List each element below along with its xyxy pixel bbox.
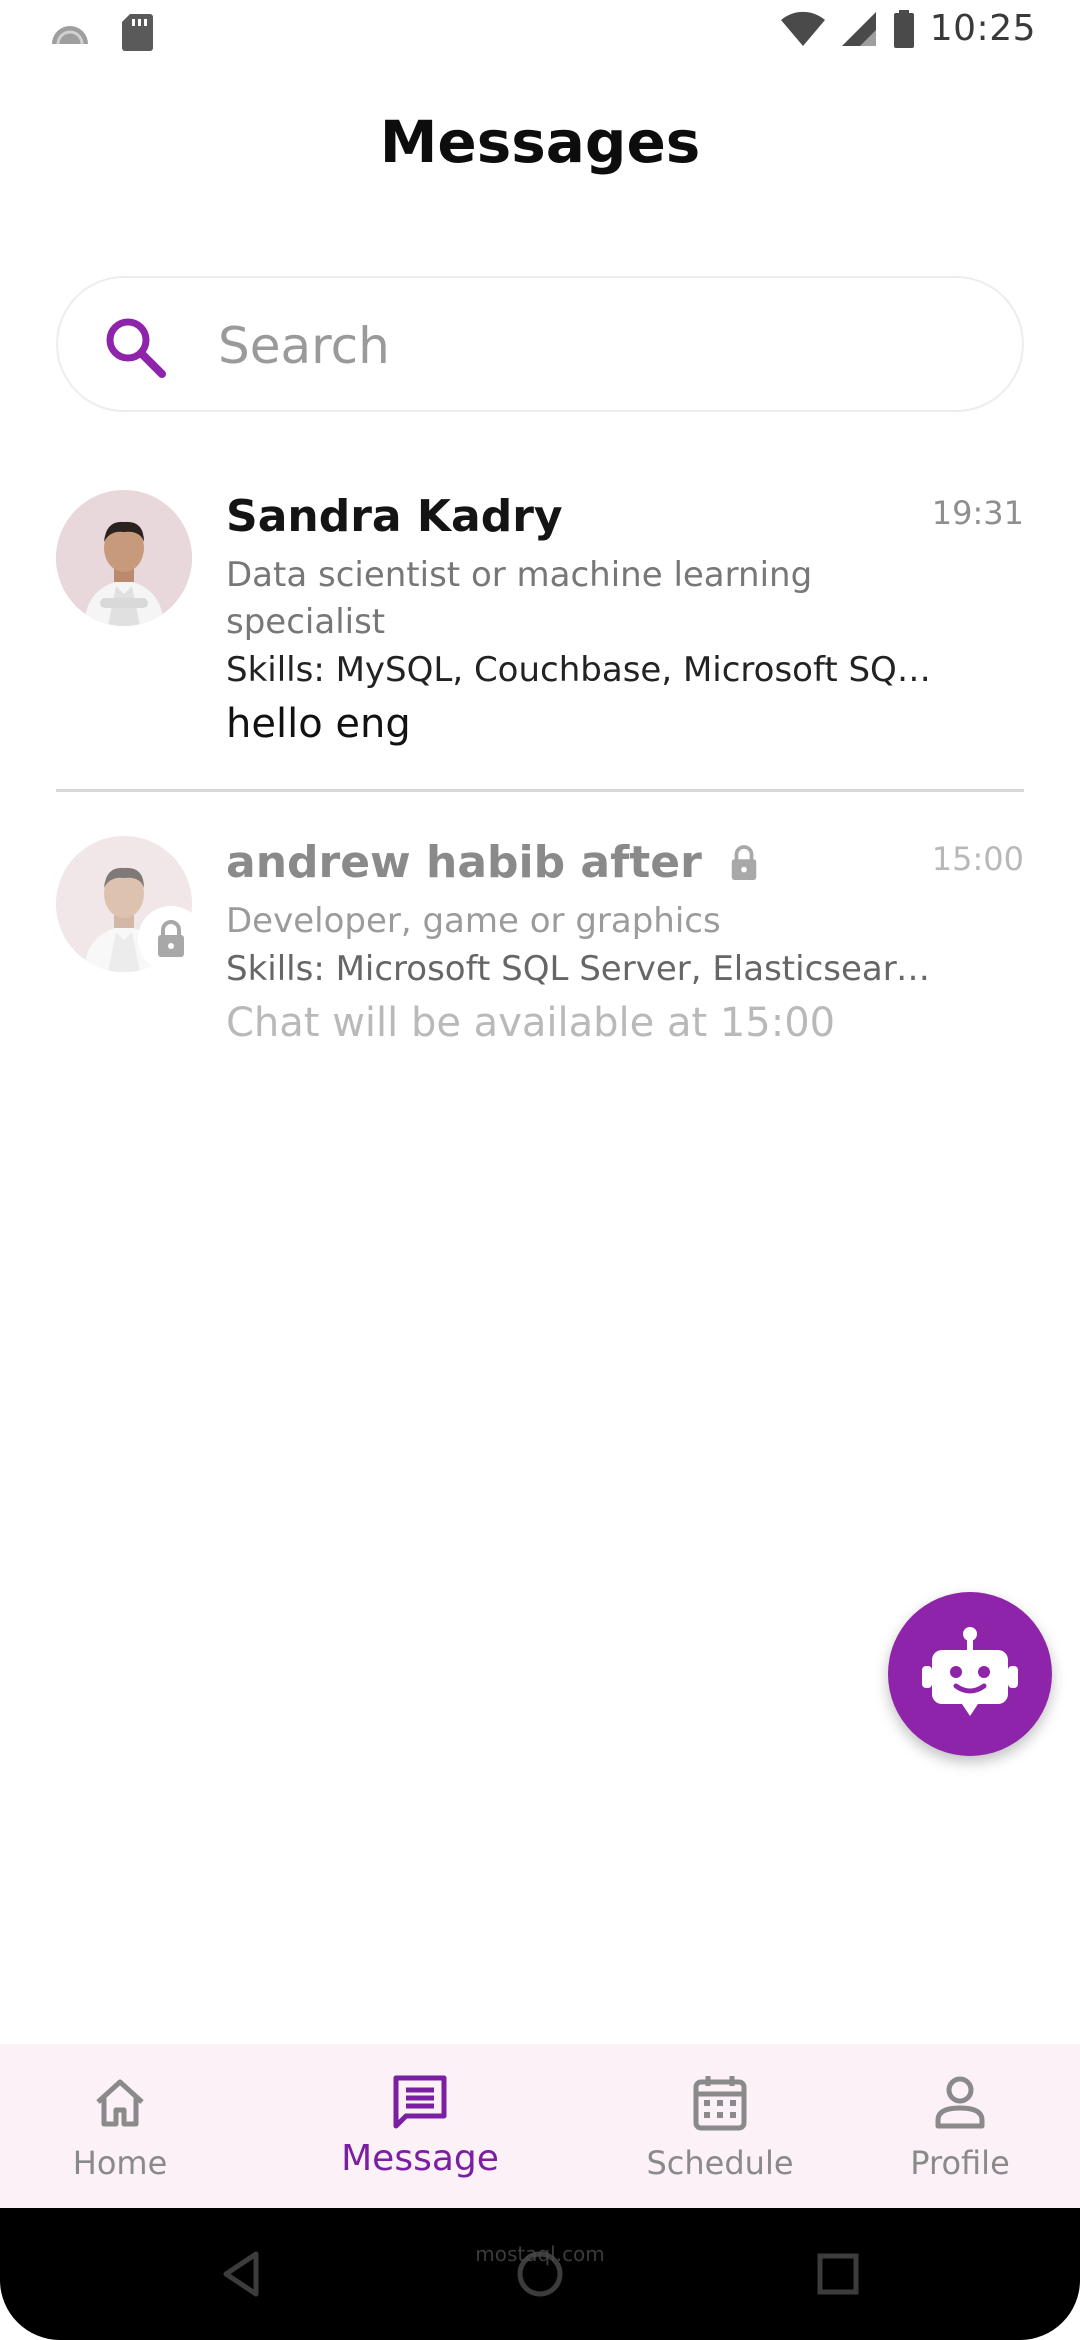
profile-icon bbox=[935, 2076, 985, 2129]
nav-message[interactable]: Message bbox=[320, 2044, 520, 2208]
chat-last-message: hello eng bbox=[226, 701, 411, 747]
chat-role: Developer, game or graphics bbox=[226, 901, 721, 941]
search-input[interactable] bbox=[218, 308, 978, 384]
notification-app-icon bbox=[52, 26, 88, 45]
chat-name-text: andrew habib after bbox=[226, 837, 702, 888]
robot-icon bbox=[922, 1627, 1018, 1716]
chat-time: 15:00 bbox=[931, 840, 1024, 878]
chat-last-message: Chat will be available at 15:00 bbox=[226, 1000, 836, 1046]
search-bar[interactable] bbox=[56, 276, 1024, 412]
search-icon[interactable] bbox=[102, 314, 168, 380]
chat-list-item[interactable]: Sandra Kadry Data scientist or machine l… bbox=[56, 486, 1024, 792]
chat-name: andrew habib after bbox=[226, 832, 946, 894]
signal-icon bbox=[841, 11, 876, 46]
nav-label: Message bbox=[341, 2138, 499, 2179]
sd-card-icon bbox=[122, 14, 153, 51]
battery-icon bbox=[893, 9, 914, 48]
chat-content: andrew habib after Developer, game or gr… bbox=[226, 832, 946, 1051]
chat-list-item-locked[interactable]: andrew habib after Developer, game or gr… bbox=[56, 832, 1024, 1052]
nav-label: Profile bbox=[910, 2144, 1010, 2182]
message-icon bbox=[393, 2075, 447, 2129]
page-title: Messages bbox=[379, 108, 701, 176]
chat-skills: Skills: MySQL, Couchbase, Microsoft SQL … bbox=[226, 650, 934, 690]
chat-time: 19:31 bbox=[931, 494, 1024, 532]
system-navigation-bar: mostaql.com bbox=[0, 2208, 1080, 2340]
nav-label: Home bbox=[72, 2144, 168, 2182]
back-icon[interactable] bbox=[214, 2246, 270, 2302]
avatar-lock-badge bbox=[138, 906, 204, 972]
bottom-navigation: Home Message Schedule Profile bbox=[0, 2044, 1080, 2208]
status-bar: 10:25 bbox=[0, 0, 1080, 66]
lock-icon bbox=[731, 845, 757, 880]
watermark: mostaql.com bbox=[464, 2242, 616, 2266]
recents-icon[interactable] bbox=[810, 2246, 866, 2302]
status-time: 10:25 bbox=[929, 8, 1036, 49]
chatbot-button[interactable] bbox=[888, 1592, 1052, 1756]
nav-profile[interactable]: Profile bbox=[880, 2044, 1040, 2208]
nav-label: Schedule bbox=[646, 2144, 794, 2182]
chat-role: Data scientist or machine learning speci… bbox=[226, 555, 813, 642]
home-icon bbox=[96, 2079, 144, 2127]
chat-skills: Skills: Microsoft SQL Server, Elasticsea… bbox=[226, 949, 934, 989]
lock-icon bbox=[158, 920, 184, 957]
avatar bbox=[56, 490, 192, 626]
nav-schedule[interactable]: Schedule bbox=[620, 2044, 820, 2208]
chat-name: Sandra Kadry bbox=[226, 491, 563, 542]
calendar-icon bbox=[693, 2076, 747, 2131]
chat-content: Sandra Kadry Data scientist or machine l… bbox=[226, 486, 946, 752]
watermark-text: mostaql.com bbox=[475, 2242, 605, 2266]
wifi-icon bbox=[780, 11, 825, 46]
nav-home[interactable]: Home bbox=[40, 2044, 200, 2208]
